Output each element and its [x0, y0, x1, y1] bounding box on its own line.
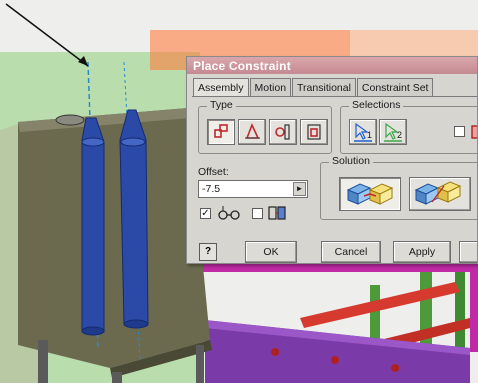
mate-solution-icon: [346, 183, 394, 205]
angle-icon: [245, 122, 260, 139]
solution-group: Solution: [320, 155, 477, 220]
select-arrow-1-icon: 1: [354, 122, 372, 142]
help-button[interactable]: ?: [199, 243, 217, 261]
tab-motion[interactable]: Motion: [249, 78, 292, 96]
insert-icon: [307, 124, 321, 140]
tab-constraint-set[interactable]: Constraint Set: [356, 78, 434, 96]
predict-offset-icon: [268, 206, 286, 220]
tab-strip: Assembly Motion Transitional Constraint …: [193, 78, 434, 96]
insert-button[interactable]: [300, 119, 328, 145]
tangent-button[interactable]: [269, 119, 297, 145]
type-group-label: Type: [207, 99, 236, 111]
place-constraint-dialog[interactable]: Place Constraint Assembly Motion Transit…: [186, 56, 478, 264]
cancel-button[interactable]: Cancel: [321, 241, 381, 263]
predict-offset-checkbox[interactable]: [252, 208, 263, 219]
more-button[interactable]: [459, 241, 477, 263]
offset-label: Offset:: [198, 166, 229, 178]
pick-part-icon: [471, 125, 477, 139]
pin-right[interactable]: [119, 109, 149, 329]
type-group: Type: [198, 99, 332, 154]
selection-2-label: 2: [397, 130, 402, 140]
ok-button[interactable]: OK: [245, 241, 297, 263]
pin-left[interactable]: [81, 117, 105, 336]
selections-group-label: Selections: [349, 99, 404, 111]
offset-value: -7.5: [202, 183, 221, 195]
tab-assembly[interactable]: Assembly: [193, 78, 249, 96]
solution-flush-button[interactable]: [409, 177, 471, 211]
angle-button[interactable]: [238, 119, 266, 145]
offset-spinner[interactable]: ►: [293, 182, 306, 196]
mate-button[interactable]: [207, 119, 235, 145]
selection-2-button[interactable]: 2: [379, 119, 407, 145]
selections-group: Selections 1 2: [340, 99, 477, 154]
apply-button[interactable]: Apply: [393, 241, 451, 263]
select-arrow-2-icon: 2: [384, 122, 402, 142]
first-click-checkbox[interactable]: [454, 126, 465, 137]
tangent-icon: [275, 124, 290, 140]
solution-mate-button[interactable]: [339, 177, 401, 211]
show-preview-icon: [218, 206, 240, 220]
selection-1-button[interactable]: 1: [349, 119, 377, 145]
offset-input[interactable]: -7.5 ►: [198, 180, 308, 198]
flush-solution-icon: [414, 181, 462, 205]
mate-icon: [214, 124, 228, 138]
assembly-panel: Type Selections 1 2 Offset: -7.5 ► ✓ Sol…: [192, 96, 477, 232]
dialog-title[interactable]: Place Constraint: [187, 57, 477, 74]
tab-transitional[interactable]: Transitional: [292, 78, 356, 96]
show-preview-checkbox[interactable]: ✓: [200, 208, 211, 219]
selection-1-label: 1: [367, 130, 372, 140]
solution-group-label: Solution: [329, 155, 373, 167]
